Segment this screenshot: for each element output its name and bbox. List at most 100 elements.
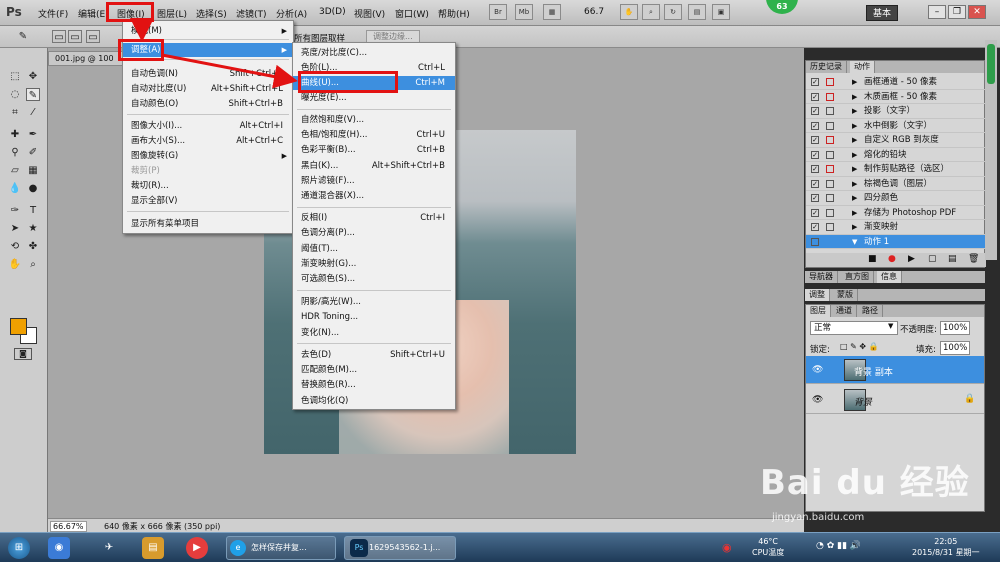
brush-tool-icon[interactable]: ✒ <box>26 128 40 141</box>
action-row[interactable]: ✓ ▶ 熔化的铅块 <box>806 148 986 162</box>
dialog-toggle-icon[interactable] <box>826 121 834 130</box>
restore-icon[interactable]: ❐ <box>948 5 966 19</box>
tab-paths[interactable]: 路径 <box>858 305 883 317</box>
menu-item-image-rotation[interactable]: 图像旋转(G) ▶ <box>123 149 293 163</box>
action-row[interactable]: ✓ ▶ 四分颜色 <box>806 191 986 206</box>
expand-icon[interactable]: ▶ <box>852 220 857 234</box>
dialog-toggle-icon[interactable] <box>826 194 834 202</box>
menu-item-trim[interactable]: 裁切(R)... <box>123 179 293 193</box>
workspace-button[interactable]: 基本 <box>866 5 898 21</box>
tray-icons[interactable]: ◔ ✿ ▮▮ 🔊 <box>816 541 861 551</box>
menu-item-photo-filter[interactable]: 照片滤镜(F)... <box>293 174 455 188</box>
check-icon[interactable]: ✓ <box>811 150 819 159</box>
action-row[interactable]: ✓ ▶ 水中倒影（文字） <box>806 119 986 133</box>
hand-icon[interactable]: ✋ <box>8 258 22 271</box>
pen-tool-icon[interactable]: ✑ <box>8 204 22 217</box>
mini-bridge-button[interactable]: Mb <box>515 4 533 20</box>
dialog-toggle-icon[interactable] <box>826 150 834 159</box>
menu-item-shadows-highlights[interactable]: 阴影/高光(W)... <box>293 295 455 309</box>
zoom-field[interactable]: 66.67% <box>50 521 87 532</box>
dialog-toggle-icon[interactable] <box>826 107 834 115</box>
tab-masks[interactable]: 蒙版 <box>833 289 858 301</box>
action-row[interactable]: ✓ ▶ 自定义 RGB 到灰度 <box>806 133 986 148</box>
expand-icon[interactable]: ▶ <box>852 148 857 162</box>
menu-item-selective-color[interactable]: 可选颜色(S)... <box>293 272 455 286</box>
check-icon[interactable]: ✓ <box>811 78 819 86</box>
extras-icon[interactable]: ▦ <box>543 4 561 20</box>
quick-select-icon[interactable]: ✎ <box>16 30 30 43</box>
menu-file[interactable]: 文件(F) <box>38 7 68 20</box>
bridge-button[interactable]: Br <box>489 4 507 20</box>
foreground-color-swatch[interactable] <box>10 318 27 335</box>
menu-item-auto-contrast[interactable]: 自动对比度(U) Alt+Shift+Ctrl+L <box>123 82 293 96</box>
tab-navigator[interactable]: 导航器 <box>805 271 838 283</box>
menu-item-brightness-contrast[interactable]: 亮度/对比度(C)... <box>293 46 455 60</box>
add-selection-icon[interactable]: ▭ <box>68 30 82 43</box>
menu-item-image-size[interactable]: 图像大小(I)... Alt+Ctrl+I <box>123 119 293 133</box>
tab-adjustments[interactable]: 调整 <box>805 289 830 301</box>
action-row[interactable]: ✓ ▶ 棕褐色调（图层） <box>806 177 986 191</box>
menu-item-variations[interactable]: 变化(N)... <box>293 326 455 340</box>
fill-field[interactable]: 100% <box>940 341 970 355</box>
layer-row-selected[interactable]: 👁 背景 副本 <box>806 356 984 384</box>
eraser-tool-icon[interactable]: ▱ <box>8 164 22 177</box>
trash-icon[interactable]: 🗑 <box>968 254 979 264</box>
media-player-icon[interactable]: ▶ <box>186 537 208 559</box>
minimize-icon[interactable]: – <box>928 5 946 19</box>
menu-item-match-color[interactable]: 匹配颜色(M)... <box>293 363 455 377</box>
folder-icon[interactable]: ▤ <box>142 537 164 559</box>
menu-view[interactable]: 视图(V) <box>354 7 385 20</box>
menu-item-replace-color[interactable]: 替换颜色(R)... <box>293 378 455 392</box>
tab-histogram[interactable]: 直方图 <box>841 271 874 283</box>
expand-icon[interactable]: ▶ <box>852 177 857 191</box>
check-icon[interactable]: ✓ <box>811 223 819 231</box>
panel-scrollbar[interactable] <box>985 40 997 260</box>
menu-filter[interactable]: 滤镜(T) <box>236 7 267 20</box>
eye-icon[interactable]: 👁 <box>812 395 823 405</box>
lasso-tool-icon[interactable]: ◌ <box>8 88 22 101</box>
menu-select[interactable]: 选择(S) <box>196 7 227 20</box>
expand-icon[interactable]: ▶ <box>852 133 857 147</box>
action-row[interactable]: ✓ ▶ 存储为 Photoshop PDF <box>806 206 986 220</box>
action-row[interactable]: ✓ ▶ 渐变映射 <box>806 220 986 235</box>
menu-item-mode[interactable]: 模式(M) ▶ <box>123 24 293 38</box>
menu-layer[interactable]: 图层(L) <box>157 7 187 20</box>
tab-info[interactable]: 信息 <box>877 271 902 283</box>
check-icon[interactable] <box>811 237 819 246</box>
eyedropper-tool-icon[interactable]: ⁄ <box>26 106 40 119</box>
layer-row[interactable]: 👁 背景 🔒 <box>806 386 984 414</box>
menu-3d[interactable]: 3D(D) <box>319 7 346 17</box>
record-icon[interactable]: ● <box>888 254 896 264</box>
zoom-level[interactable]: 66.7 <box>584 7 604 17</box>
opacity-field[interactable]: 100% <box>940 321 970 335</box>
dialog-toggle-icon[interactable] <box>826 208 834 217</box>
move-tool-icon[interactable]: ✥ <box>26 70 40 83</box>
3d-orbit-icon[interactable]: ✤ <box>26 240 40 253</box>
close-icon[interactable]: ✕ <box>968 5 986 19</box>
check-icon[interactable]: ✓ <box>811 208 819 217</box>
check-icon[interactable]: ✓ <box>811 136 819 144</box>
tab-layers[interactable]: 图层 <box>806 305 831 317</box>
blend-mode-select[interactable]: 正常 <box>810 321 898 335</box>
marquee-tool-icon[interactable]: ⬚ <box>8 70 22 83</box>
collapse-icon[interactable]: ▼ <box>852 235 857 249</box>
type-tool-icon[interactable]: T <box>26 204 40 217</box>
expand-icon[interactable]: ▶ <box>852 162 857 176</box>
menu-analysis[interactable]: 分析(A) <box>276 7 307 20</box>
quick-selection-tool-icon[interactable]: ✎ <box>26 88 40 101</box>
healing-tool-icon[interactable]: ✚ <box>8 128 22 141</box>
expand-icon[interactable]: ▶ <box>852 191 857 205</box>
clone-stamp-icon[interactable]: ⚲ <box>8 146 22 159</box>
screen-mode-icon[interactable]: ▣ <box>712 4 730 20</box>
menu-item-gradient-map[interactable]: 渐变映射(G)... <box>293 257 455 271</box>
menu-help[interactable]: 帮助(H) <box>438 7 470 20</box>
menu-item-exposure[interactable]: 曝光度(E)... <box>293 91 455 105</box>
arrange-docs-icon[interactable]: ▤ <box>688 4 706 20</box>
check-icon[interactable]: ✓ <box>811 179 819 188</box>
menu-item-channel-mixer[interactable]: 通道混合器(X)... <box>293 189 455 203</box>
dialog-toggle-icon[interactable] <box>826 92 834 101</box>
document-tab[interactable]: 001.jpg @ 100 <box>48 51 128 66</box>
menu-item-equalize[interactable]: 色调均化(Q) <box>293 394 455 408</box>
tab-history[interactable]: 历史记录 <box>806 61 847 73</box>
browser-icon[interactable]: ◉ <box>48 537 70 559</box>
